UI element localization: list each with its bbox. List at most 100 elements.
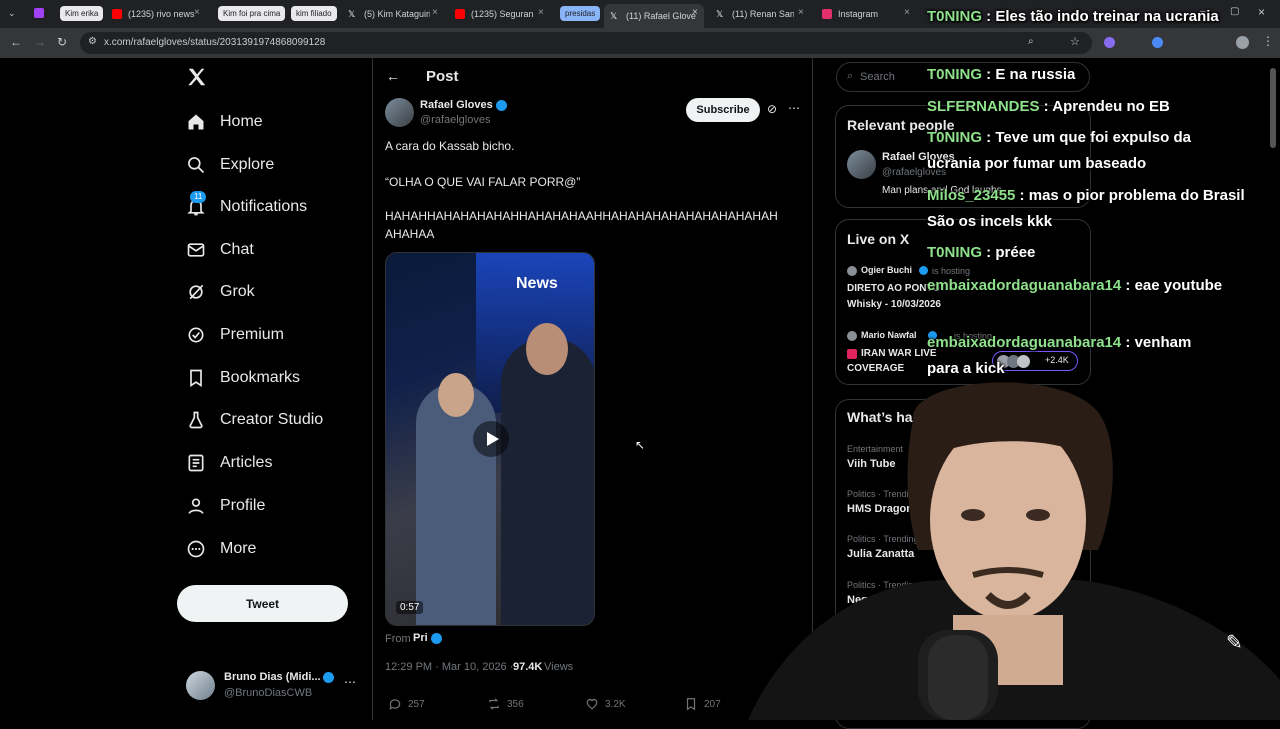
repost-button[interactable]: 356 [487,697,524,711]
avatar [847,331,857,341]
account-switcher[interactable]: Bruno Dias (Midi... @BrunoDiasCWB ⋯ [186,670,366,704]
bookmark-button[interactable]: 207 [684,697,721,711]
author-name[interactable]: Rafael Gloves [420,99,493,111]
chat-message: Milos_23455 : mas o pior problema do Bra… [927,187,1245,230]
tab-group-kim-foi-pra-cima[interactable]: Kim foi pra cima [218,6,286,21]
nav-explore[interactable]: Explore [186,147,274,183]
heart-icon [586,698,598,710]
tab-renan-santos[interactable]: 𝕏 (11) Renan Santo [716,4,794,24]
video-figure [416,383,496,625]
tab-instagram[interactable]: Instagram [822,4,902,24]
reply-button[interactable]: 257 [388,697,425,711]
window-close-icon[interactable]: × [1258,5,1265,19]
more-icon[interactable]: ⋯ [344,675,356,689]
nav-notifications[interactable]: 11 Notifications [186,189,307,225]
tab-rafael-gloves[interactable]: 𝕏 (11) Rafael Glove [604,4,704,28]
menu-icon[interactable]: ⋮ [1262,34,1274,48]
nav-articles[interactable]: Articles [186,445,272,481]
post-text-line: AHAHAA [385,227,435,241]
tweet-button[interactable]: Tweet [177,585,348,622]
scrollbar[interactable] [1270,68,1276,148]
nav-label: Explore [220,156,275,173]
nav-home[interactable]: Home [186,104,263,140]
address-bar[interactable]: ⚙ x.com/rafaelgloves/status/203139197486… [80,32,1092,54]
live-host-name[interactable]: Ogier Buchi [861,265,912,275]
tab-group-kim-filiado[interactable]: kim filiado [291,6,337,21]
chat-username: T0NING [927,8,983,25]
nav-label: Creator Studio [220,411,324,428]
bookmark-count: 207 [704,698,721,710]
extension-icon[interactable] [34,8,44,18]
maximize-icon[interactable]: ▢ [1230,6,1239,17]
author-avatar[interactable] [385,98,414,127]
close-icon[interactable]: × [194,7,200,18]
grok-icon [186,282,206,302]
star-icon[interactable]: ☆ [1070,35,1080,48]
post-time[interactable]: 12:29 PM · Mar 10, 2026 · [385,661,513,673]
verified-badge-icon [323,672,334,683]
tab-rivo-news[interactable]: (1235) rivo news [112,4,202,24]
close-icon[interactable]: × [432,7,438,18]
url-text: x.com/rafaelgloves/status/20313919748680… [104,37,326,48]
chat-message: T0NING : Eles tão indo treinar na ucrani… [927,8,1219,25]
chat-username: T0NING [927,129,983,146]
instagram-icon [822,9,832,19]
live-title[interactable]: IRAN WAR LIVE [861,348,937,359]
extension-icon[interactable] [1152,37,1163,48]
live-title[interactable]: COVERAGE [847,363,904,374]
profile-avatar-icon[interactable] [1236,36,1249,49]
nav-bookmarks[interactable]: Bookmarks [186,360,300,396]
verified-badge-icon [496,100,507,111]
nav-creator-studio[interactable]: Creator Studio [186,402,323,438]
tab-seguranca[interactable]: (1235) Segurança [455,4,533,24]
extension-icon[interactable] [1104,37,1115,48]
nav-label: Profile [220,497,266,514]
nav-grok[interactable]: Grok [186,274,255,310]
live-title[interactable]: Whisky - 10/03/2026 [847,299,941,310]
account-handle: @BrunoDiasCWB [224,687,313,699]
post-text-line: A cara do Kassab bicho. [385,139,515,153]
close-icon[interactable]: × [798,7,804,18]
pen-icon[interactable]: ✎ [1226,630,1243,655]
article-icon [186,453,206,473]
site-info-icon[interactable]: ⚙ [88,36,97,47]
avatar[interactable] [847,150,876,179]
forward-icon[interactable]: → [34,35,46,49]
tab-group-presidas[interactable]: presidas [560,6,601,21]
tab-label: Instagram [838,9,879,19]
tab-list-icon[interactable]: ⌄ [8,8,16,19]
back-arrow-icon[interactable]: ← [386,68,400,84]
x-logo-icon: 𝕏 [610,11,618,21]
search-placeholder: Search [860,71,895,83]
chat-text: Aprendeu no EB [1052,98,1170,115]
x-logo-icon[interactable] [186,66,208,93]
like-count: 3.2K [605,698,626,710]
chat-username: T0NING [927,244,983,261]
search-icon: ⌕ [847,70,854,82]
avatar [186,671,215,700]
nav-profile[interactable]: Profile [186,488,265,524]
tab-label: (1235) rivo news [128,9,195,19]
zoom-icon[interactable]: ⌕ [1028,36,1034,47]
live-host-name[interactable]: Mario Nawfal [861,330,917,340]
like-button[interactable]: 3.2K [585,697,626,711]
chat-message: T0NING : préee [927,244,1036,261]
nav-more[interactable]: More [186,531,256,567]
tab-group-kim-erika[interactable]: Kim erika [60,6,104,21]
video-player[interactable]: News 0:57 [385,252,595,626]
tab-kim-kataguiri[interactable]: 𝕏 (5) Kim Kataguiri [348,4,430,24]
close-icon[interactable]: × [904,7,910,18]
nav-premium[interactable]: Premium [186,317,284,353]
reload-icon[interactable]: ↻ [57,35,67,49]
close-icon[interactable]: × [692,7,698,18]
play-button[interactable] [473,421,509,457]
close-icon[interactable]: × [538,7,544,18]
more-circle-icon [186,539,206,559]
back-icon[interactable]: ← [10,35,22,49]
nav-chat[interactable]: Chat [186,232,254,268]
from-name[interactable]: Pri [413,632,428,644]
subscribe-button[interactable]: Subscribe [686,98,760,122]
more-icon[interactable]: ⋯ [788,101,800,115]
youtube-icon [455,9,465,19]
grok-icon[interactable]: ⊘ [767,102,777,116]
